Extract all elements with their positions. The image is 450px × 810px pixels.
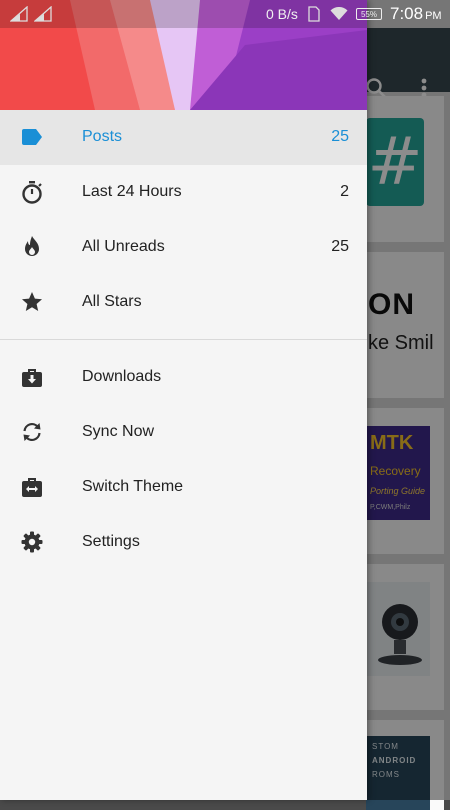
star-icon (22, 292, 42, 311)
nav-item-label: Switch Theme (82, 478, 184, 495)
nav-item-count: 25 (331, 238, 349, 255)
nav-item-label: All Stars (82, 293, 142, 310)
download-briefcase-icon (22, 369, 42, 387)
clock: 7:08 PM (390, 4, 442, 24)
nav-item-last-24-hours[interactable]: Last 24 Hours 2 (0, 165, 367, 220)
status-bar: 0 B/s 55% 7:08 PM (0, 0, 450, 28)
sync-icon (23, 422, 41, 442)
nav-item-downloads[interactable]: Downloads (0, 350, 367, 405)
gear-icon (21, 531, 43, 553)
nav-item-sync-now[interactable]: Sync Now (0, 405, 367, 460)
switch-theme-icon (22, 478, 42, 497)
drawer-nav-list: Posts 25 Last 24 Hours 2 All Unreads 25 (0, 110, 367, 570)
nav-item-all-unreads[interactable]: All Unreads 25 (0, 220, 367, 275)
network-speed: 0 B/s (266, 6, 298, 22)
clock-ampm: PM (425, 10, 442, 22)
label-tag-icon (22, 129, 42, 145)
nav-item-switch-theme[interactable]: Switch Theme (0, 460, 367, 515)
wifi-icon (330, 7, 348, 20)
nav-item-settings[interactable]: Settings (0, 515, 367, 570)
nav-item-label: Sync Now (82, 423, 155, 440)
nav-item-count: 25 (331, 128, 349, 145)
nav-item-label: Posts (82, 128, 123, 145)
nav-item-label: Last 24 Hours (82, 183, 182, 200)
flame-icon (25, 236, 39, 256)
clock-time: 7:08 (390, 4, 424, 23)
nav-item-label: All Unreads (82, 238, 165, 255)
drawer-divider (0, 339, 367, 340)
signal-icon (10, 6, 28, 22)
nav-item-label: Settings (82, 533, 140, 550)
signal-icon (34, 6, 52, 22)
nav-item-posts[interactable]: Posts 25 (0, 110, 367, 165)
stopwatch-icon (22, 181, 42, 204)
nav-item-count: 2 (340, 183, 349, 200)
battery-indicator: 55% (356, 8, 382, 20)
nav-item-label: Downloads (82, 368, 162, 385)
navigation-drawer: Posts 25 Last 24 Hours 2 All Unreads 25 (0, 0, 367, 800)
nav-item-all-stars[interactable]: All Stars (0, 275, 367, 330)
sim-card-icon (308, 6, 320, 22)
